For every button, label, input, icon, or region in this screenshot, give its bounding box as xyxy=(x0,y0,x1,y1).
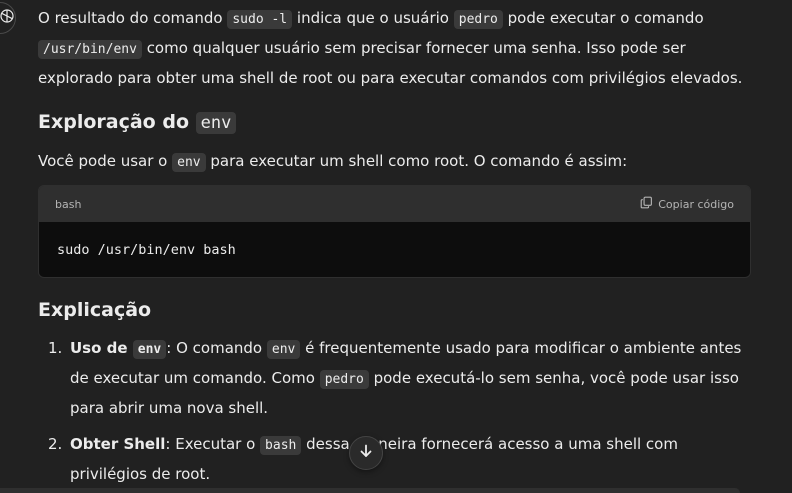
list-number: 2. xyxy=(48,435,63,453)
code-content: sudo /usr/bin/env bash xyxy=(39,222,750,277)
exploracao-paragraph: Você pode usar o env para executar um sh… xyxy=(38,147,627,177)
text: como qualquer usuário sem precisar forne… xyxy=(38,39,743,87)
text: : Executar o xyxy=(165,435,261,453)
inline-code: env xyxy=(195,112,237,134)
text: O resultado do comando xyxy=(38,9,228,27)
heading-text: Exploração do xyxy=(38,111,196,133)
list-number: 1. xyxy=(48,339,63,357)
copy-code-label: Copiar código xyxy=(658,197,734,211)
code-language-label: bash xyxy=(55,197,82,211)
copy-code-button[interactable]: Copiar código xyxy=(640,196,734,212)
inline-code: pedro xyxy=(319,370,369,389)
item-title: Uso de env xyxy=(70,339,167,359)
composer-edge xyxy=(0,488,740,493)
list-item: 2. Obter Shell: Executar o bash dessa ma… xyxy=(38,430,758,489)
section-heading-explicacao: Explicação xyxy=(38,299,152,321)
chat-view: O resultado do comando sudo -l indica qu… xyxy=(0,0,792,493)
inline-code: pedro xyxy=(453,10,503,29)
inline-code: /usr/bin/env xyxy=(38,40,142,59)
text: pode executar o comando xyxy=(502,9,704,27)
text: indica que o usuário xyxy=(292,9,454,27)
list-item: 1. Uso de env: O comando env é frequente… xyxy=(38,334,758,423)
scroll-to-bottom-button[interactable] xyxy=(349,436,383,470)
openai-logo-icon xyxy=(0,8,15,28)
text: : O comando xyxy=(166,339,267,357)
code-block-header: bash Copiar código xyxy=(39,186,750,222)
explanation-list: 1. Uso de env: O comando env é frequente… xyxy=(38,334,758,493)
intro-paragraph: O resultado do comando sudo -l indica qu… xyxy=(38,4,758,93)
inline-code: sudo -l xyxy=(227,10,293,29)
code-line: sudo /usr/bin/env bash xyxy=(57,241,236,258)
text: Uso de xyxy=(70,339,133,357)
section-heading-exploracao: Exploração do env xyxy=(38,108,237,137)
inline-code: env xyxy=(172,153,206,172)
text: Você pode usar o xyxy=(38,152,173,170)
arrow-down-icon xyxy=(358,443,374,463)
item-title: Obter Shell xyxy=(70,435,166,453)
assistant-avatar xyxy=(0,2,16,34)
code-block: bash Copiar código sudo /usr/bin/env bas… xyxy=(38,185,751,278)
inline-code: bash xyxy=(260,436,302,455)
inline-code: env xyxy=(132,340,167,359)
inline-code: env xyxy=(266,340,301,359)
copy-icon xyxy=(640,196,653,212)
text: para executar um shell como root. O coma… xyxy=(205,152,628,170)
